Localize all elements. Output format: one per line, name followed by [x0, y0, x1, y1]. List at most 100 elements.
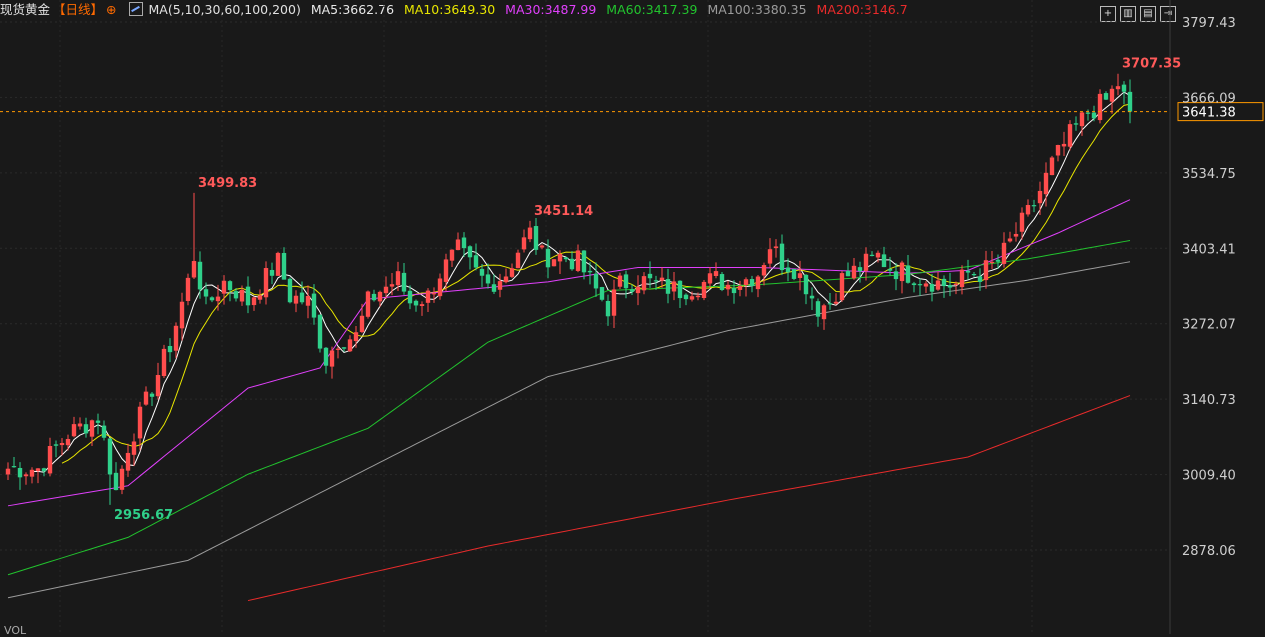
candle-body	[833, 301, 839, 304]
candle-body	[623, 274, 629, 289]
candle-body	[857, 267, 863, 272]
candle-body	[767, 249, 773, 264]
candle-body	[671, 281, 677, 292]
candle-body	[557, 254, 563, 262]
candle-body	[995, 259, 1001, 262]
candle-body	[101, 425, 107, 438]
candle-body	[575, 250, 581, 271]
candle-body	[755, 276, 761, 290]
candle-body	[899, 262, 905, 282]
extreme-price-label: 3707.35	[1122, 57, 1181, 72]
candle-body	[839, 273, 845, 301]
candle-body	[1049, 157, 1055, 176]
candle-body	[1013, 233, 1019, 237]
extreme-price-label: 3499.83	[198, 176, 257, 191]
candle-body	[959, 269, 965, 288]
candle-body	[515, 252, 521, 269]
price-tick-label: 3403.41	[1182, 242, 1236, 257]
candle-body	[467, 246, 473, 258]
candle-body	[953, 283, 959, 285]
extreme-price-label: 3451.14	[534, 204, 593, 219]
candle-body	[1037, 190, 1043, 204]
candle-body	[65, 438, 71, 446]
candle-body	[317, 314, 323, 349]
candle-body	[383, 286, 389, 294]
candle-body	[221, 280, 227, 294]
candle-body	[593, 273, 599, 289]
candle-body	[695, 295, 701, 298]
candle-body	[47, 445, 53, 474]
chart-grid	[0, 0, 1171, 634]
candle-body	[749, 279, 755, 287]
price-tick-label: 3534.75	[1182, 167, 1236, 182]
candle-body	[125, 452, 131, 471]
candle-body	[533, 226, 539, 250]
candle-body	[173, 325, 179, 351]
candle-body	[761, 265, 767, 276]
candle-body	[353, 332, 359, 342]
candle-body	[1097, 93, 1103, 121]
candle-body	[479, 268, 485, 276]
candle-body	[401, 272, 407, 292]
volume-panel-header: VOL	[4, 624, 27, 637]
candle-body	[527, 227, 533, 240]
candle-body	[71, 424, 77, 437]
candle-body	[947, 285, 953, 288]
candle-body	[335, 348, 341, 350]
candle-body	[305, 295, 311, 306]
candle-body	[1025, 205, 1031, 215]
candle-body	[977, 276, 983, 282]
candle-body	[449, 249, 455, 261]
candle-body	[269, 269, 275, 276]
candle-body	[1055, 145, 1061, 156]
candle-body	[509, 268, 515, 277]
candle-body	[371, 293, 377, 301]
candle-body	[941, 278, 947, 287]
candle-body	[1043, 172, 1049, 195]
candle-body	[989, 261, 995, 264]
candle-body	[35, 468, 41, 472]
candlestick-chart[interactable]: 3641.38 3797.43 3666.09 3534.75 3403.41 3272.…	[0, 0, 1265, 634]
candle-body	[167, 345, 173, 353]
candle-body	[395, 271, 401, 286]
candle-body	[107, 438, 113, 475]
candle-body	[929, 284, 935, 292]
candle-body	[815, 301, 821, 317]
candle-body	[737, 285, 743, 290]
chart-annotations: 3707.35 3499.83 3451.14 2956.67	[114, 57, 1181, 523]
candle-body	[95, 420, 101, 423]
candle-body	[1103, 93, 1109, 100]
candle-body	[1019, 212, 1025, 232]
candle-body	[1079, 112, 1085, 127]
candle-body	[797, 273, 803, 278]
candle-body	[1031, 205, 1037, 207]
candle-body	[791, 269, 797, 279]
candle-body	[1073, 123, 1079, 125]
candle-body	[443, 259, 449, 282]
candle-body	[911, 283, 917, 286]
candle-body	[923, 283, 929, 287]
price-tick-label: 3797.43	[1182, 16, 1236, 31]
candle-body	[725, 284, 731, 290]
candle-body	[701, 281, 707, 299]
candle-body	[473, 255, 479, 268]
ma5-line	[31, 91, 1131, 473]
price-tick-label: 3666.09	[1182, 91, 1236, 106]
candle-body	[983, 260, 989, 281]
candle-body	[251, 297, 257, 306]
candle-body	[605, 300, 611, 317]
candle-body	[245, 286, 251, 306]
candle-body	[827, 303, 833, 305]
candle-body	[653, 280, 659, 282]
candle-body	[143, 391, 149, 405]
candle-body	[119, 468, 125, 490]
candle-body	[41, 468, 47, 472]
candle-body	[803, 274, 809, 295]
candle-body	[1091, 112, 1097, 119]
ma100-line	[7, 261, 1131, 599]
candle-body	[875, 252, 881, 258]
candle-body	[53, 444, 59, 446]
candle-body	[851, 265, 857, 279]
candle-body	[719, 274, 725, 290]
candle-body	[191, 261, 197, 278]
